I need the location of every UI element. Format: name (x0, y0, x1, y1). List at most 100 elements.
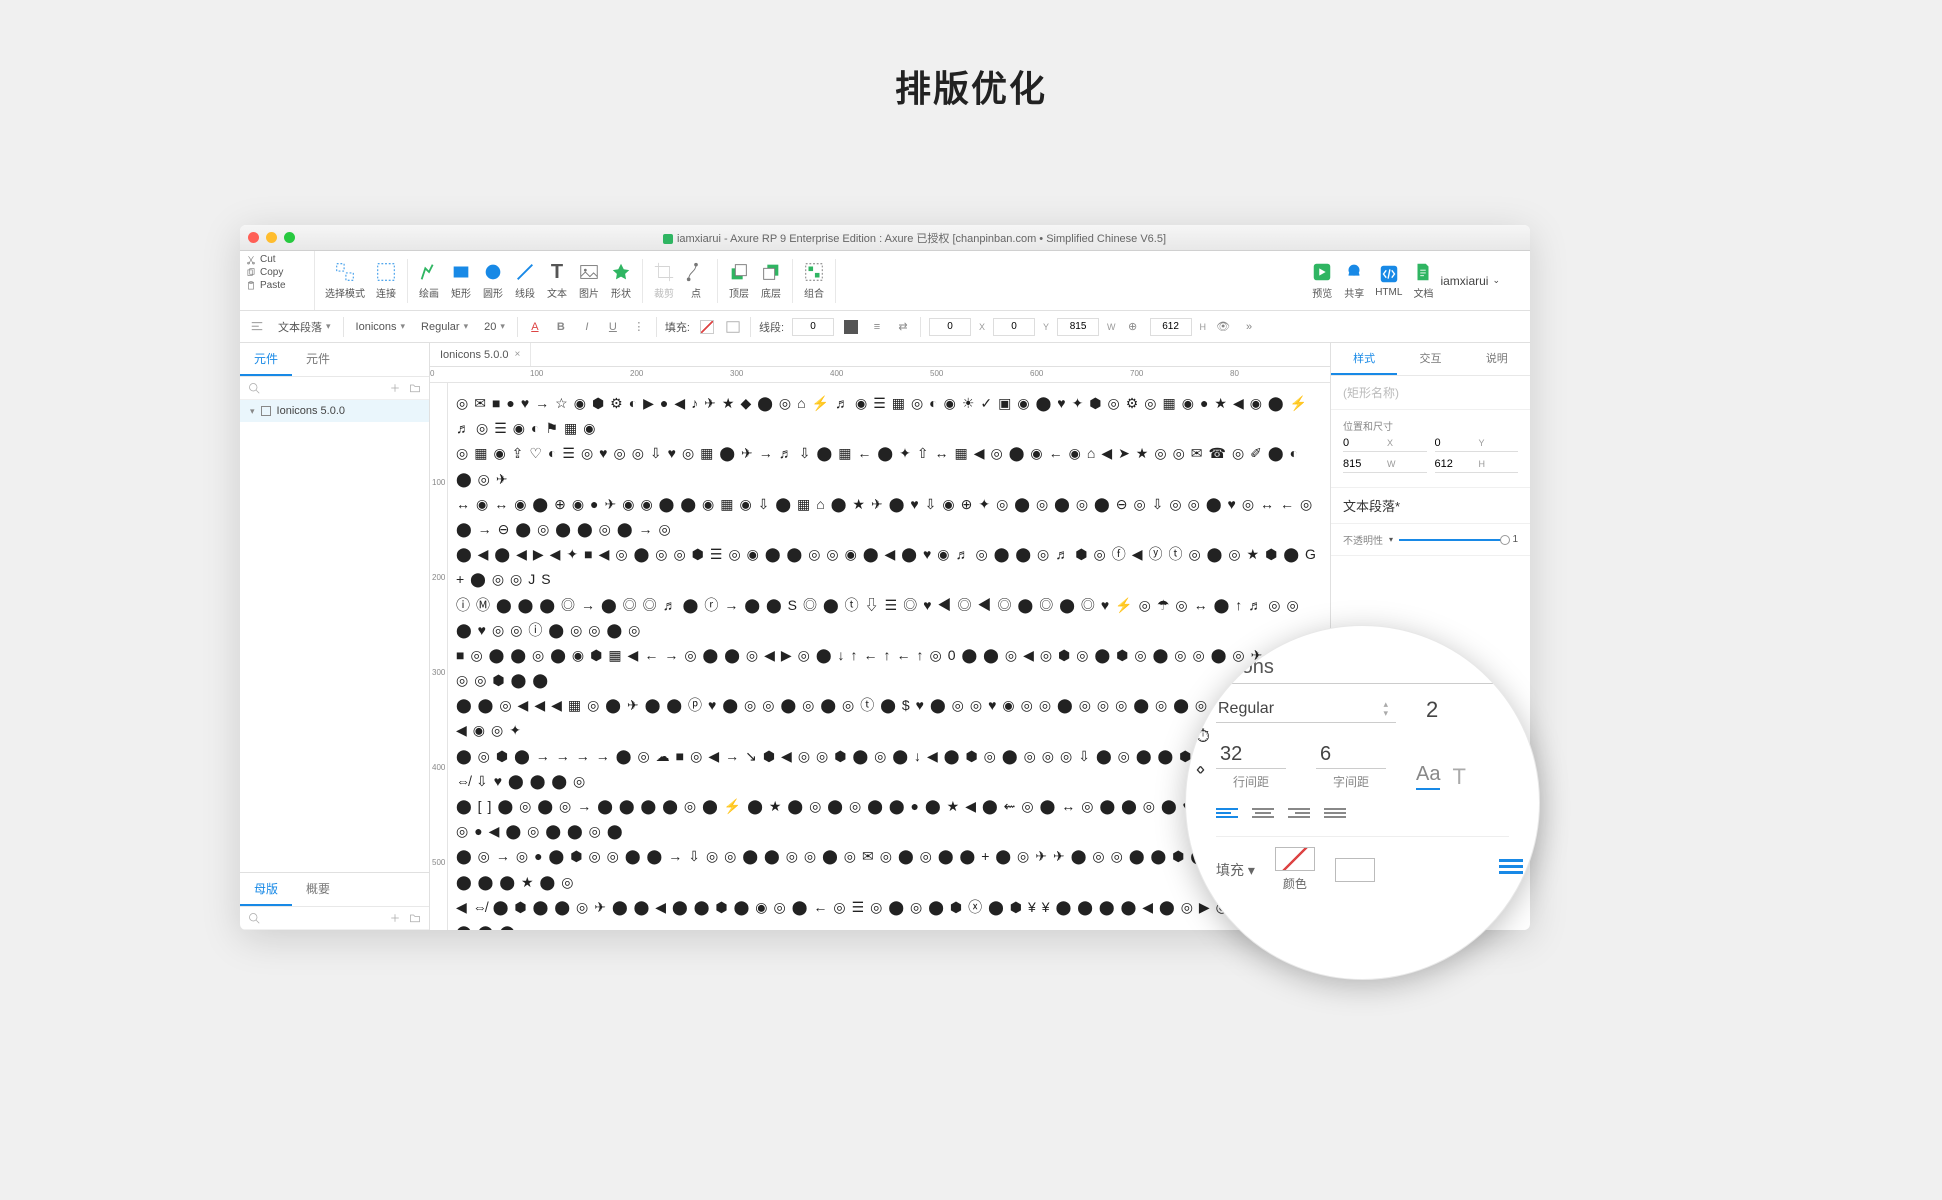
close-window-button[interactable] (248, 232, 259, 243)
html-button[interactable]: HTML (1371, 261, 1406, 300)
left-tabs: 元件 元件 (240, 343, 429, 377)
tab-widgets[interactable]: 元件 (240, 343, 292, 376)
letter-spacing-field[interactable]: 6 (1316, 741, 1386, 769)
close-tab-icon[interactable]: × (515, 349, 521, 360)
crop-button[interactable]: 裁剪 (649, 259, 679, 302)
y-field[interactable]: Y (1435, 437, 1519, 452)
italic-button[interactable]: I (578, 318, 596, 336)
share-button[interactable]: 共享 (1339, 259, 1369, 302)
back-button[interactable]: 底层 (756, 259, 786, 302)
text-button[interactable]: T文本 (542, 259, 572, 302)
window-title: iamxiarui - Axure RP 9 Enterprise Editio… (307, 230, 1522, 246)
search-icon[interactable] (248, 912, 260, 924)
fill-secondary-swatch[interactable] (1335, 858, 1375, 882)
fill-image-button[interactable] (724, 318, 742, 336)
line-style-button[interactable]: ≡ (868, 318, 886, 336)
line-button[interactable]: 线段 (510, 259, 540, 302)
preview-button[interactable]: 预览 (1307, 259, 1337, 302)
widget-name-input[interactable]: (矩形名称) (1343, 384, 1518, 401)
window-titlebar: iamxiarui - Axure RP 9 Enterprise Editio… (240, 225, 1530, 251)
page-icon (261, 406, 271, 416)
add-icon[interactable] (389, 382, 401, 394)
text-t-button[interactable]: T (1452, 764, 1465, 790)
x-input[interactable] (929, 318, 971, 336)
opacity-slider[interactable]: 不透明性▾ 1 (1343, 532, 1518, 547)
ruler-vertical: 100200300400500 (430, 383, 448, 930)
group-button[interactable]: 组合 (799, 259, 829, 302)
y-input[interactable] (993, 318, 1035, 336)
fill-color-swatch[interactable] (1275, 847, 1315, 871)
add-icon[interactable] (389, 912, 401, 924)
zoom-weight-select[interactable]: Regular ▴▾ (1216, 696, 1396, 723)
lock-aspect-button[interactable]: ⊕ (1124, 318, 1142, 336)
copy-button[interactable]: Copy (246, 266, 308, 279)
maximize-window-button[interactable] (284, 232, 295, 243)
right-tabs: 样式 交互 说明 (1331, 343, 1530, 376)
tab-notes[interactable]: 说明 (1464, 343, 1530, 375)
cut-button[interactable]: Cut (246, 253, 308, 266)
weight-select[interactable]: Regular▾ (417, 319, 472, 335)
line-color-button[interactable] (842, 318, 860, 336)
underline-button[interactable]: U (604, 318, 622, 336)
folder-icon[interactable] (409, 912, 421, 924)
widget-tree: ▾ Ionicons 5.0.0 (240, 400, 429, 872)
select-mode-button[interactable]: 选择模式 (321, 259, 369, 302)
w-input[interactable] (1057, 318, 1099, 336)
tab-outline[interactable]: 概要 (292, 873, 344, 906)
circle-button[interactable]: 圆形 (478, 259, 508, 302)
lineseg-input[interactable] (792, 318, 834, 336)
line-height-field[interactable]: 32 (1216, 741, 1286, 769)
h-field[interactable]: H (1435, 458, 1519, 473)
align-left-button[interactable] (1216, 808, 1238, 824)
size-select[interactable]: 20▾ (480, 319, 509, 335)
tab-interactions[interactable]: 交互 (1397, 343, 1463, 375)
align-justify-button[interactable] (1324, 808, 1346, 824)
zoom-detail-lens: ⏱ ‹ › nicons Regular ▴▾ 2 32 行间距 6 字间距 A… (1185, 625, 1540, 980)
folder-icon[interactable] (409, 382, 421, 394)
search-icon[interactable] (248, 382, 260, 394)
doc-button[interactable]: 文档 (1408, 259, 1438, 302)
shape-button[interactable]: 形状 (606, 259, 636, 302)
clipboard-group: Cut Copy Paste (240, 251, 315, 310)
visibility-button[interactable]: 👁 (1214, 318, 1232, 336)
connect-button[interactable]: 连接 (371, 259, 401, 302)
tab-widgets-2[interactable]: 元件 (292, 343, 344, 376)
x-field[interactable]: X (1343, 437, 1427, 452)
point-button[interactable]: 点 (681, 259, 711, 302)
bold-button[interactable]: B (552, 318, 570, 336)
rect-button[interactable]: 矩形 (446, 259, 476, 302)
line-arrow-button[interactable]: ⇄ (894, 318, 912, 336)
align-row (1216, 808, 1509, 824)
draw-button[interactable]: 绘画 (414, 259, 444, 302)
tab-style[interactable]: 样式 (1331, 343, 1397, 375)
paste-button[interactable]: Paste (246, 279, 308, 292)
zoom-fill-label[interactable]: 填充 ▾ (1216, 860, 1255, 880)
tree-item-ionicons[interactable]: ▾ Ionicons 5.0.0 (240, 400, 429, 422)
font-select[interactable]: Ionicons▾ (352, 319, 410, 335)
timer-icon: ⏱ (1196, 726, 1210, 747)
front-button[interactable]: 顶层 (724, 259, 754, 302)
left-search-row (240, 377, 429, 400)
file-tab-ionicons[interactable]: Ionicons 5.0.0 × (430, 343, 531, 366)
align-right-button[interactable] (1288, 808, 1310, 824)
w-field[interactable]: W (1343, 458, 1427, 473)
left-bottom-panel: 母版 概要 (240, 872, 429, 930)
h-input[interactable] (1150, 318, 1192, 336)
zoom-font-label: nicons (1216, 656, 1509, 684)
more-text-button[interactable]: ⋮ (630, 318, 648, 336)
account-menu[interactable]: iamxiarui⌄ (1440, 274, 1500, 288)
style-preset-select[interactable]: 文本段落▾ (274, 317, 335, 337)
image-button[interactable]: 图片 (574, 259, 604, 302)
style-icon[interactable] (248, 318, 266, 336)
text-color-button[interactable]: A (526, 318, 544, 336)
minimize-window-button[interactable] (266, 232, 277, 243)
align-extra-icon[interactable] (1499, 856, 1523, 877)
text-case-button[interactable]: Aa (1416, 763, 1440, 790)
tab-masters[interactable]: 母版 (240, 873, 292, 906)
format-bar: 文本段落▾ Ionicons▾ Regular▾ 20▾ A B I U ⋮ 填… (240, 311, 1530, 343)
align-center-button[interactable] (1252, 808, 1274, 824)
zoom-side-icons: ⏱ ‹ › (1196, 726, 1210, 780)
ruler-horizontal: 010020030040050060070080 (430, 367, 1330, 383)
overflow-button[interactable]: » (1240, 318, 1258, 336)
fill-color-button[interactable] (698, 318, 716, 336)
